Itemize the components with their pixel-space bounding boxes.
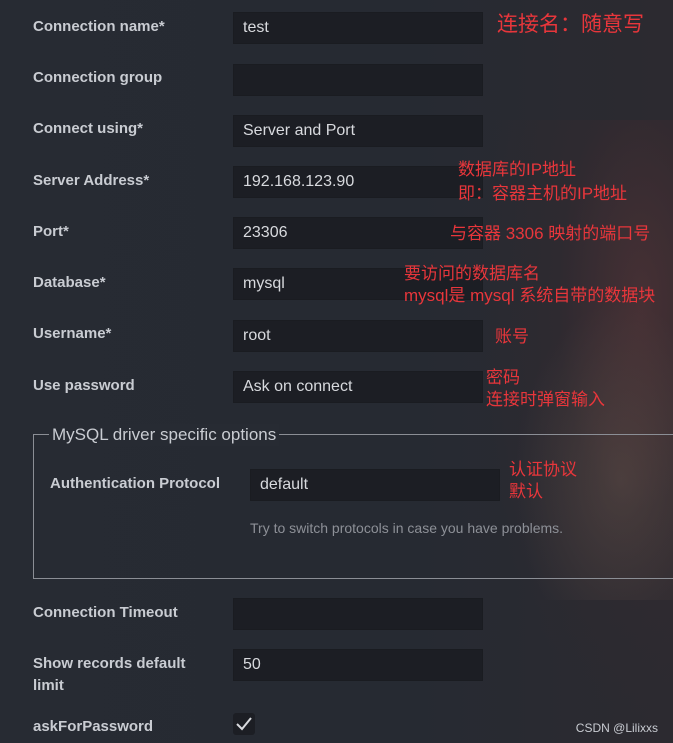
port-input[interactable]: 23306 bbox=[233, 217, 483, 249]
watermark: CSDN @Lilixxs bbox=[575, 721, 658, 735]
username-input[interactable]: root bbox=[233, 320, 483, 352]
connect-using-label: Connect using* bbox=[33, 120, 144, 137]
connection-group-label: Connection group bbox=[33, 69, 163, 86]
connection-name-annotation: 连接名：随意写 bbox=[497, 13, 644, 36]
background-art bbox=[473, 120, 673, 720]
port-label: Port* bbox=[33, 223, 69, 240]
group-legend: MySQL driver specific options bbox=[49, 424, 280, 446]
auth-protocol-select[interactable]: default bbox=[250, 469, 500, 501]
username-label: Username* bbox=[33, 325, 112, 342]
use-password-select[interactable]: Ask on connect bbox=[233, 371, 483, 403]
connection-name-label: Connection name* bbox=[33, 18, 165, 35]
auth-protocol-label: Authentication Protocol bbox=[50, 475, 220, 492]
ask-for-password-label: askForPassword bbox=[33, 718, 154, 735]
show-records-limit-label: Show records default limit bbox=[33, 655, 186, 694]
show-records-limit-input[interactable]: 50 bbox=[233, 649, 483, 681]
connection-name-input[interactable]: test bbox=[233, 12, 483, 44]
port-annotation: 与容器 3306 映射的端口号 bbox=[450, 224, 651, 243]
checkmark-icon bbox=[236, 717, 252, 731]
mysql-driver-options-group: MySQL driver specific options bbox=[33, 424, 673, 579]
ask-for-password-checkbox[interactable] bbox=[233, 713, 255, 735]
server-address-input[interactable]: 192.168.123.90 bbox=[233, 166, 483, 198]
server-address-annotation: 数据库的IP地址 即：容器主机的IP地址 bbox=[458, 160, 628, 203]
connection-timeout-label: Connection Timeout bbox=[33, 604, 178, 621]
database-label: Database* bbox=[33, 274, 106, 291]
connection-group-input[interactable] bbox=[233, 64, 483, 96]
connect-using-select[interactable]: Server and Port bbox=[233, 115, 483, 147]
use-password-label: Use password bbox=[33, 377, 135, 394]
connection-settings-form: Connection name* test 连接名：随意写 Connection… bbox=[0, 0, 673, 743]
database-annotation: 要访问的数据库名 mysql是 mysql 系统自带的数据块 bbox=[404, 264, 656, 305]
username-annotation: 账号 bbox=[495, 327, 529, 346]
server-address-label: Server Address* bbox=[33, 172, 150, 189]
auth-protocol-hint: Try to switch protocols in case you have… bbox=[250, 520, 564, 536]
auth-protocol-annotation: 认证协议 默认 bbox=[509, 460, 577, 501]
connection-timeout-input[interactable] bbox=[233, 598, 483, 630]
password-annotation: 密码 连接时弹窗输入 bbox=[486, 368, 605, 409]
